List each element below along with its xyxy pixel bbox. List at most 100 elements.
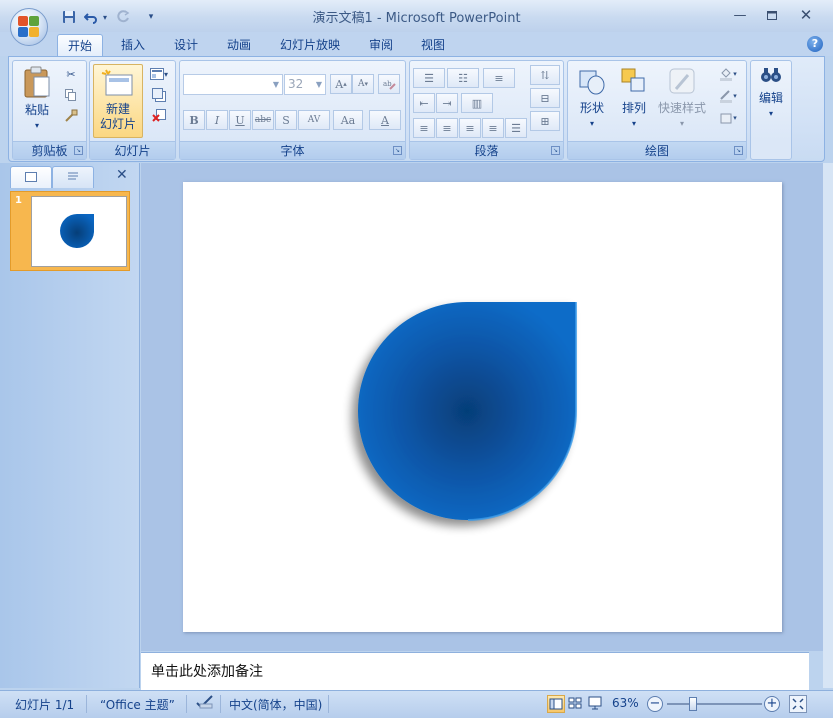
text-shadow-button[interactable]: S <box>275 110 297 130</box>
align-text-icon[interactable]: ⊟ <box>530 88 560 108</box>
zoom-slider-thumb[interactable] <box>689 697 697 711</box>
numbering-icon[interactable]: ☷ <box>447 68 479 88</box>
editing-label: 编辑 <box>758 91 783 105</box>
tab-insert[interactable]: 插入 <box>111 34 155 56</box>
zoom-out-icon[interactable]: − <box>647 696 663 712</box>
smartart-icon[interactable]: ⊞ <box>530 111 560 131</box>
spell-check-icon[interactable] <box>196 694 214 713</box>
editing-button[interactable]: 编辑 ▾ <box>752 67 790 121</box>
slide-sorter-view-icon[interactable] <box>567 695 585 713</box>
shapes-icon <box>579 70 605 95</box>
font-size-combo[interactable]: 32 ▼ <box>284 74 326 95</box>
zoom-in-icon[interactable]: + <box>764 696 780 712</box>
new-slide-button[interactable]: 新建 幻灯片 <box>93 64 143 138</box>
tab-slideshow[interactable]: 幻灯片放映 <box>270 34 350 56</box>
slides-group: 新建 幻灯片 ▾ 幻灯片 <box>89 60 176 160</box>
office-logo-icon <box>18 16 40 38</box>
reset-slide-icon[interactable] <box>146 86 172 104</box>
clipboard-group: 粘贴 ▾ ✂ 剪贴板 ↘ <box>12 60 87 160</box>
paste-dropdown-icon: ▾ <box>34 121 39 130</box>
ribbon-tabs: 开始 插入 设计 动画 幻灯片放映 审阅 视图 <box>0 32 833 56</box>
slides-tab[interactable] <box>10 166 52 188</box>
maximize-icon[interactable] <box>758 5 786 25</box>
decrease-indent-icon[interactable]: ⇤ <box>413 93 435 113</box>
format-painter-icon[interactable] <box>61 107 81 125</box>
slides-tab-icon <box>25 172 37 182</box>
arrange-label: 排列 <box>621 101 646 115</box>
notes-pane[interactable]: 单击此处添加备注 <box>141 652 809 690</box>
vertical-scrollbar[interactable] <box>823 163 833 688</box>
text-direction-icon[interactable]: ⇅ <box>530 65 560 85</box>
slideshow-view-icon[interactable] <box>587 695 605 713</box>
tab-review[interactable]: 审阅 <box>359 34 403 56</box>
shape-fill-icon[interactable]: ▾ <box>713 65 743 83</box>
grow-font-icon[interactable]: A ▴ <box>330 74 352 94</box>
layout-icon[interactable]: ▾ <box>146 65 172 83</box>
shapes-label: 形状 <box>579 101 604 115</box>
shape-effects-icon[interactable]: ▾ <box>713 109 743 127</box>
line-spacing-icon[interactable]: ≡ <box>483 68 515 88</box>
arrange-icon <box>621 68 645 92</box>
cut-icon[interactable]: ✂ <box>61 65 81 83</box>
shape-outline-icon[interactable]: ▾ <box>713 87 743 105</box>
slide-count-status: 幻灯片 1/1 <box>15 698 75 712</box>
paragraph-launcher-icon[interactable]: ↘ <box>551 146 560 155</box>
drawing-launcher-icon[interactable]: ↘ <box>734 146 743 155</box>
slide-canvas[interactable] <box>183 182 782 632</box>
outline-tab[interactable] <box>52 166 94 188</box>
font-group-label: 字体 <box>180 141 405 159</box>
normal-view-icon[interactable] <box>547 695 565 713</box>
distributed-icon[interactable]: ☰ <box>505 118 527 138</box>
quick-styles-button[interactable]: 快速样式 ▾ <box>656 65 708 131</box>
tab-view[interactable]: 视图 <box>411 34 455 56</box>
teardrop-shape[interactable] <box>183 182 782 632</box>
arrange-dropdown-icon: ▾ <box>631 119 636 128</box>
clipboard-icon <box>24 66 50 98</box>
delete-slide-icon[interactable] <box>146 107 172 125</box>
drawing-group-label: 绘图 <box>568 141 746 159</box>
new-slide-label-line1: 新建 <box>105 102 130 116</box>
columns-icon[interactable]: ▥ <box>461 93 493 113</box>
status-bar: 幻灯片 1/1 “Office 主题” 中文(简体，中国) 63% − + <box>0 690 833 718</box>
underline-button[interactable]: U <box>229 110 251 130</box>
zoom-slider[interactable] <box>667 703 762 705</box>
clipboard-launcher-icon[interactable]: ↘ <box>74 146 83 155</box>
zoom-level[interactable]: 63% <box>612 696 639 710</box>
align-right-icon[interactable]: ≡ <box>459 118 481 138</box>
fit-to-window-icon[interactable] <box>789 695 807 713</box>
character-spacing-button[interactable]: AV <box>298 110 330 130</box>
font-group: ▼ 32 ▼ A ▴ A ▾ ab B I U abc S AV Aa A 字体 ↘ <box>179 60 406 160</box>
italic-button[interactable]: I <box>206 110 228 130</box>
tab-animation[interactable]: 动画 <box>217 34 261 56</box>
help-icon[interactable]: ? <box>807 36 823 52</box>
close-pane-icon[interactable]: ✕ <box>116 167 128 183</box>
strikethrough-button[interactable]: abc <box>252 110 274 130</box>
change-case-button[interactable]: Aa <box>333 110 363 130</box>
paste-button[interactable]: 粘贴 ▾ <box>17 65 57 133</box>
title-bar: ▾ ▾ 演示文稿1 - Microsoft PowerPoint — ✕ <box>0 0 833 32</box>
close-icon[interactable]: ✕ <box>792 5 820 25</box>
shapes-button[interactable]: 形状 ▾ <box>572 65 612 131</box>
font-name-combo[interactable]: ▼ <box>183 74 283 95</box>
minimize-icon[interactable]: — <box>726 5 754 25</box>
slide-thumbnail-selected[interactable]: 1 <box>10 191 130 271</box>
tab-design[interactable]: 设计 <box>164 34 208 56</box>
language-status[interactable]: 中文(简体，中国) <box>229 696 322 713</box>
align-center-icon[interactable]: ≡ <box>436 118 458 138</box>
font-color-button[interactable]: A <box>369 110 401 130</box>
increase-indent-icon[interactable]: ⇥ <box>436 93 458 113</box>
theme-status[interactable]: “Office 主题” <box>100 696 175 713</box>
font-launcher-icon[interactable]: ↘ <box>393 146 402 155</box>
office-button[interactable] <box>10 8 48 46</box>
quick-styles-dropdown-icon: ▾ <box>679 119 684 128</box>
arrange-button[interactable]: 排列 ▾ <box>614 65 654 131</box>
bullets-icon[interactable]: ☰ <box>413 68 445 88</box>
bold-button[interactable]: B <box>183 110 205 130</box>
align-left-icon[interactable]: ≡ <box>413 118 435 138</box>
copy-icon[interactable] <box>61 86 81 104</box>
shrink-font-icon[interactable]: A ▾ <box>352 74 374 94</box>
font-size-value: 32 <box>288 77 304 91</box>
justify-icon[interactable]: ≡ <box>482 118 504 138</box>
tab-home[interactable]: 开始 <box>57 34 104 56</box>
clear-formatting-icon[interactable]: ab <box>378 74 400 94</box>
